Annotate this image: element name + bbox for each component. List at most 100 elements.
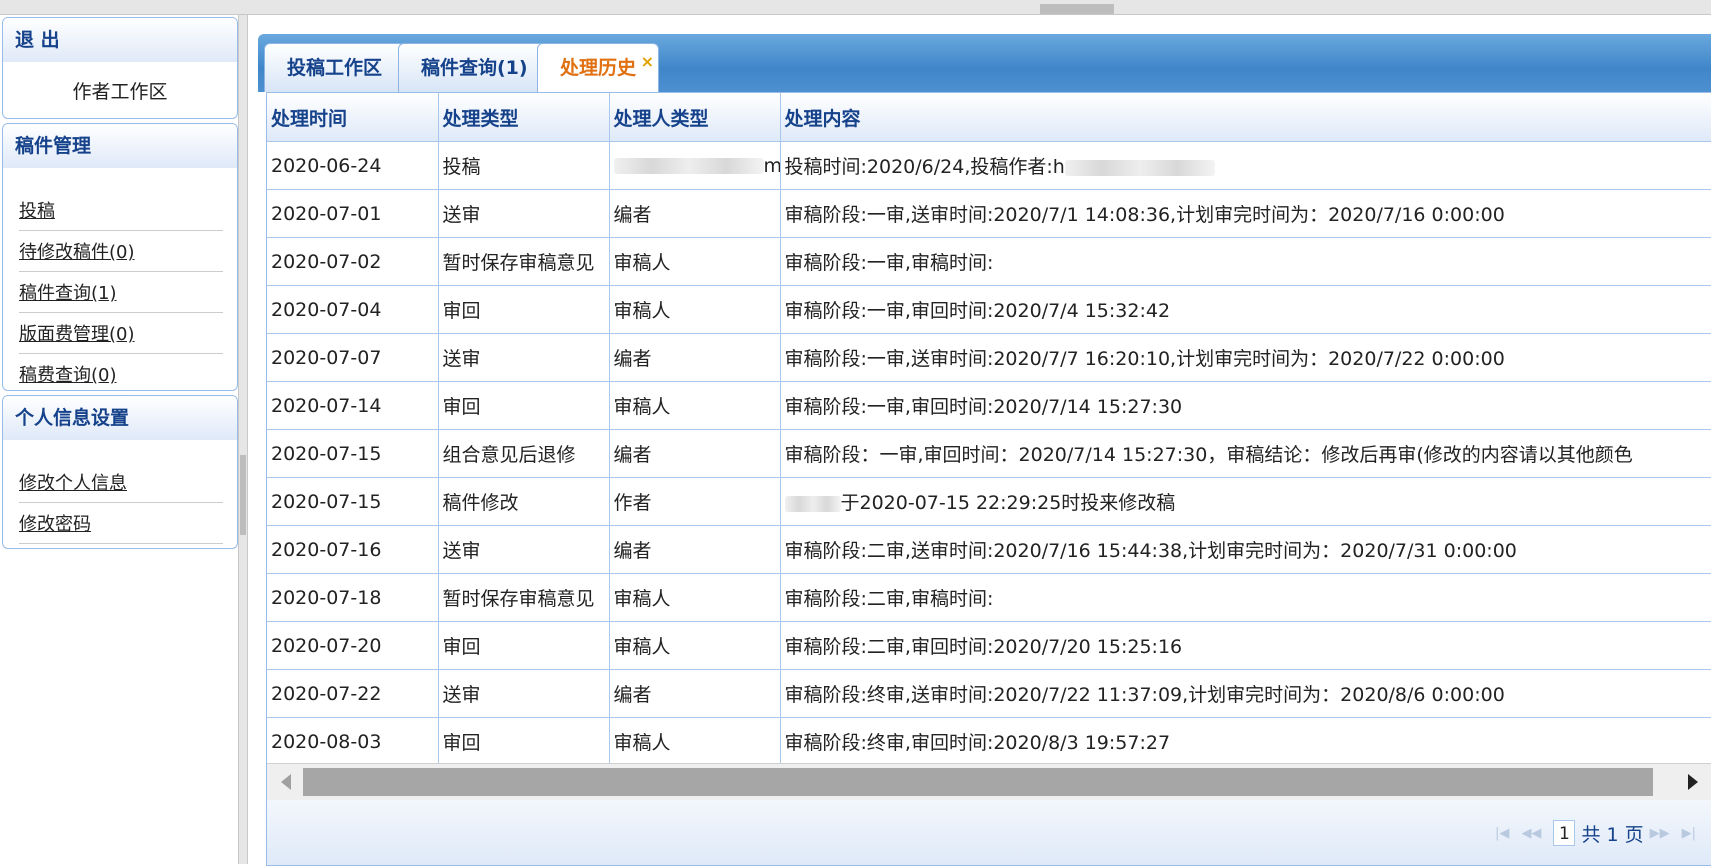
table-row[interactable]: 2020-07-20 审回 审稿人 审稿阶段:二审,审回时间:2020/7/20 15… [267,621,1711,670]
cell-handler-type-text: 审稿人 [613,252,671,274]
cell-content: 审稿阶段：一审,审回时间：2020/7/14 15:27:30，审稿结论：修改后… [780,429,1711,478]
col-header-type[interactable]: 处理类型 [438,93,610,142]
cell-type-text: 暂时保存审稿意见 [442,588,595,610]
table-row[interactable]: 2020-07-01 送审 编者 审稿阶段:一审,送审时间:2020/7/1 14:0… [267,189,1711,238]
tab-manuscript-query[interactable]: 稿件查询(1) [398,43,551,92]
cell-handler-type: 审稿人 [609,621,781,670]
tab-processing-history[interactable]: 处理历史 × [537,43,660,92]
menu-change-password[interactable]: 修改密码 [19,503,223,544]
redacted-block [1064,159,1215,176]
cell-content: 审稿阶段:一审,审回时间:2020/7/4 15:32:42 [780,285,1711,334]
cell-time: 2020-07-15 [267,429,439,478]
table-row[interactable]: 2020-07-18 暂时保存审稿意见 审稿人 审稿阶段:二审,审稿时间: [267,573,1711,622]
cell-handler-type-text: 审稿人 [613,396,671,418]
cell-content: 审稿阶段:终审,送审时间:2020/7/22 11:37:09,计划审完时间为：… [780,669,1711,718]
page-number-input[interactable]: 1 [1553,820,1576,846]
cell-content: 审稿阶段:二审,审回时间:2020/7/20 15:25:16 [780,621,1711,670]
pager-bar: |◀ ◀◀ 1 共 1 页 ▶▶ ▶| [267,800,1711,865]
table-row[interactable]: 2020-07-15 组合意见后退修 编者 审稿阶段：一审,审回时间：2020/7/1… [267,429,1711,478]
cell-content: 审稿阶段:终审,审回时间:2020/8/3 19:57:27 [780,717,1711,766]
close-icon[interactable]: × [641,38,654,86]
cell-time-text: 2020-07-04 [271,298,382,321]
table-row[interactable]: 2020-07-04 审回 审稿人 审稿阶段:一审,审回时间:2020/7/4 15:… [267,285,1711,334]
prev-page-icon[interactable]: ◀◀ [1521,826,1541,841]
vertical-splitter-handle[interactable] [240,455,246,535]
tab-processing-history-label: 处理历史 [560,57,637,79]
cell-type-text: 送审 [442,540,481,562]
col-header-time[interactable]: 处理时间 [267,93,439,142]
cell-type: 审回 [438,621,610,670]
cell-content-text: 审稿阶段:一审,审回时间:2020/7/14 15:27:30 [784,396,1183,418]
last-page-icon[interactable]: ▶| [1682,826,1696,841]
main-area: 投稿工作区 稿件查询(1) 处理历史 × 处理时间 处理类型 处理人类型 处理内… [258,34,1711,866]
top-splitter-handle[interactable] [1040,4,1114,14]
cell-handler-type-text: 编者 [613,444,652,466]
menu-manuscript-query[interactable]: 稿件查询(1) [19,272,223,313]
cell-time: 2020-07-22 [267,669,439,718]
cell-type-text: 审回 [442,636,481,658]
cell-time: 2020-07-07 [267,333,439,382]
cell-content-text: 审稿阶段:一审,送审时间:2020/7/7 16:20:10,计划审完时间为：2… [784,348,1505,370]
menu-edit-profile[interactable]: 修改个人信息 [19,462,223,503]
cell-type-text: 投稿 [442,156,481,178]
cell-type-text: 送审 [442,348,481,370]
history-grid: 处理时间 处理类型 处理人类型 处理内容 2020-06-24 投稿 m投稿时间:2… [266,92,1711,866]
cell-content: 审稿阶段:一审,审稿时间: [780,237,1711,286]
cell-handler-type: m [609,141,781,190]
page-total-text: 共 1 页 [1581,823,1644,846]
cell-time: 2020-08-03 [267,717,439,766]
cell-type-text: 稿件修改 [442,492,519,514]
col-header-content[interactable]: 处理内容 [780,93,1711,142]
tab-strip: 投稿工作区 稿件查询(1) 处理历史 × [258,34,1711,92]
cell-content-text: 审稿阶段:二审,审回时间:2020/7/20 15:25:16 [784,636,1183,658]
exit-button[interactable]: 退 出 [3,18,237,62]
profile-menu: 修改个人信息 修改密码 [3,440,237,544]
cell-content: 审稿阶段:一审,送审时间:2020/7/7 16:20:10,计划审完时间为：2… [780,333,1711,382]
cell-type: 投稿 [438,141,610,190]
cell-handler-type: 编者 [609,525,781,574]
scroll-left-icon[interactable] [281,774,291,790]
cell-time: 2020-07-04 [267,285,439,334]
col-header-handler-type[interactable]: 处理人类型 [609,93,781,142]
table-row[interactable]: 2020-06-24 投稿 m投稿时间:2020/6/24,投稿作者:h [267,141,1711,190]
cell-type-text: 送审 [442,204,481,226]
menu-submit[interactable]: 投稿 [19,190,223,231]
top-splitter[interactable] [0,0,1711,15]
cell-content-text: 于2020-07-15 22:29:25时投来修改稿 [840,492,1176,514]
table-row[interactable]: 2020-07-07 送审 编者 审稿阶段:一审,送审时间:2020/7/7 16:2… [267,333,1711,382]
cell-handler-type: 审稿人 [609,381,781,430]
table-row[interactable]: 2020-07-15 稿件修改 作者 于2020-07-15 22:29:25时投来修… [267,477,1711,526]
next-page-icon[interactable]: ▶▶ [1650,826,1670,841]
menu-page-fee[interactable]: 版面费管理(0) [19,313,223,354]
cell-content: 于2020-07-15 22:29:25时投来修改稿 [780,477,1711,526]
cell-handler-type: 审稿人 [609,285,781,334]
tab-submission-workarea[interactable]: 投稿工作区 [264,43,406,92]
menu-pending-revision[interactable]: 待修改稿件(0) [19,231,223,272]
table-row[interactable]: 2020-07-02 暂时保存审稿意见 审稿人 审稿阶段:一审,审稿时间: [267,237,1711,286]
cell-content: 投稿时间:2020/6/24,投稿作者:h [780,141,1711,190]
scroll-right-icon[interactable] [1688,774,1698,790]
cell-time: 2020-07-01 [267,189,439,238]
cell-time: 2020-06-24 [267,141,439,190]
author-workarea-link[interactable]: 作者工作区 [3,62,237,104]
menu-royalty-query[interactable]: 稿费查询(0) [19,354,223,390]
cell-type-text: 审回 [442,396,481,418]
cell-type-text: 审回 [442,732,481,754]
cell-type: 送审 [438,525,610,574]
first-page-icon[interactable]: |◀ [1495,826,1509,841]
cell-content-text: 审稿阶段:一审,审回时间:2020/7/4 15:32:42 [784,300,1171,322]
cell-content-text: 审稿阶段:二审,送审时间:2020/7/16 15:44:38,计划审完时间为：… [784,540,1517,562]
cell-time-text: 2020-07-07 [271,346,382,369]
cell-content: 审稿阶段:二审,送审时间:2020/7/16 15:44:38,计划审完时间为：… [780,525,1711,574]
cell-time-text: 2020-08-03 [271,730,382,753]
table-row[interactable]: 2020-07-14 审回 审稿人 审稿阶段:一审,审回时间:2020/7/14 15… [267,381,1711,430]
horizontal-scrollbar[interactable] [267,763,1711,801]
table-row[interactable]: 2020-07-22 送审 编者 审稿阶段:终审,送审时间:2020/7/22 11:… [267,669,1711,718]
cell-time-text: 2020-07-18 [271,586,382,609]
vertical-splitter[interactable] [238,15,248,864]
cell-time-text: 2020-07-15 [271,490,382,513]
scrollbar-thumb[interactable] [303,768,1653,796]
table-row[interactable]: 2020-08-03 审回 审稿人 审稿阶段:终审,审回时间:2020/8/3 19:… [267,717,1711,766]
table-row[interactable]: 2020-07-16 送审 编者 审稿阶段:二审,送审时间:2020/7/16 15:… [267,525,1711,574]
cell-handler-type-text: 审稿人 [613,636,671,658]
